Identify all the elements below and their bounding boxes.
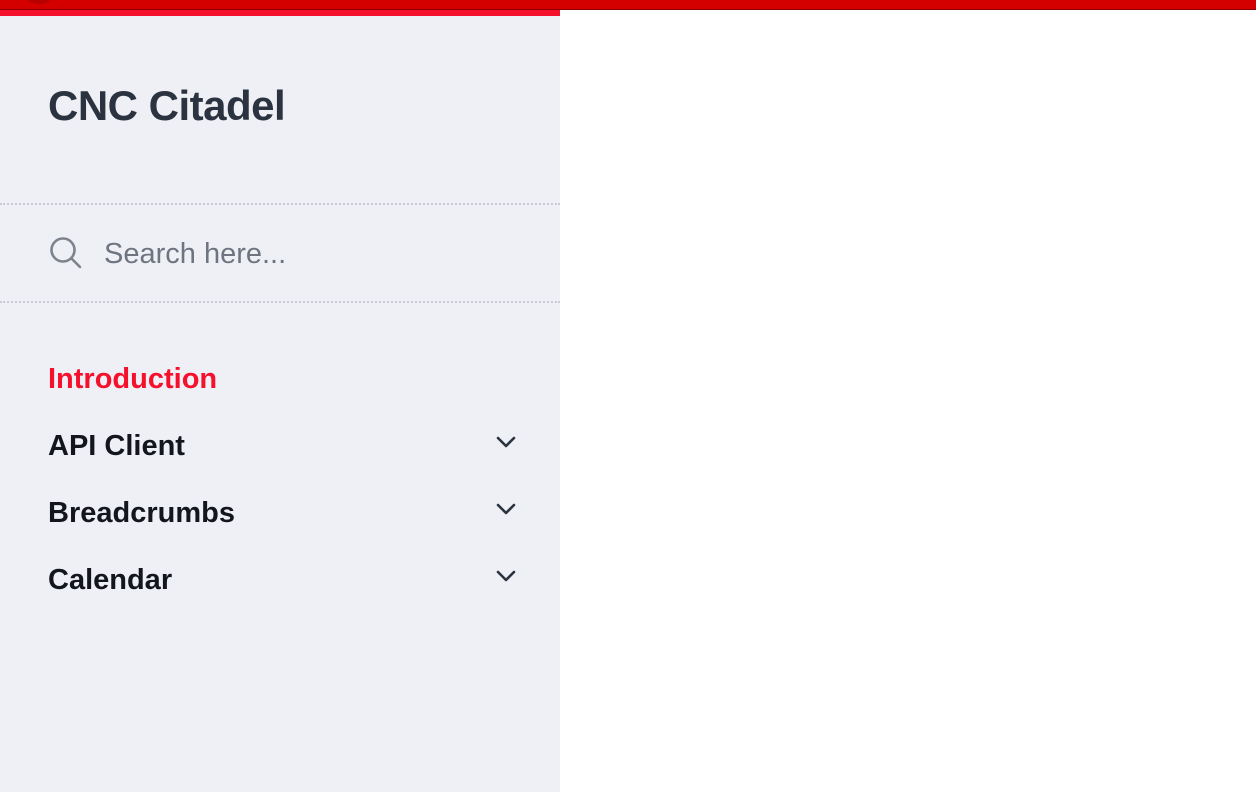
sidebar-item-breadcrumbs[interactable]: Breadcrumbs xyxy=(48,489,528,537)
sidebar-item-label: Breadcrumbs xyxy=(48,496,235,529)
brand-title[interactable]: CNC Citadel xyxy=(48,80,286,132)
sidebar-item-calendar[interactable]: Calendar xyxy=(48,556,528,604)
window-control-dot[interactable] xyxy=(26,0,52,4)
sidebar-item-label: API Client xyxy=(48,429,185,462)
search-icon xyxy=(50,237,82,269)
sidebar-item-introduction[interactable]: Introduction xyxy=(48,355,528,403)
sidebar: CNC Citadel Introduction API Client Brea… xyxy=(0,10,560,792)
sidebar-item-api-client[interactable]: API Client xyxy=(48,422,528,470)
main-content xyxy=(560,10,1256,792)
chevron-down-icon[interactable] xyxy=(494,430,518,454)
sidebar-item-label: Introduction xyxy=(48,362,218,395)
sidebar-accent-bar xyxy=(0,10,560,16)
divider-top xyxy=(0,203,560,205)
divider-bottom xyxy=(0,301,560,303)
sidebar-item-label: Calendar xyxy=(48,563,173,596)
chevron-down-icon[interactable] xyxy=(494,564,518,588)
window-top-bar xyxy=(0,0,1256,10)
chevron-down-icon[interactable] xyxy=(494,497,518,521)
search-input[interactable] xyxy=(104,232,524,276)
